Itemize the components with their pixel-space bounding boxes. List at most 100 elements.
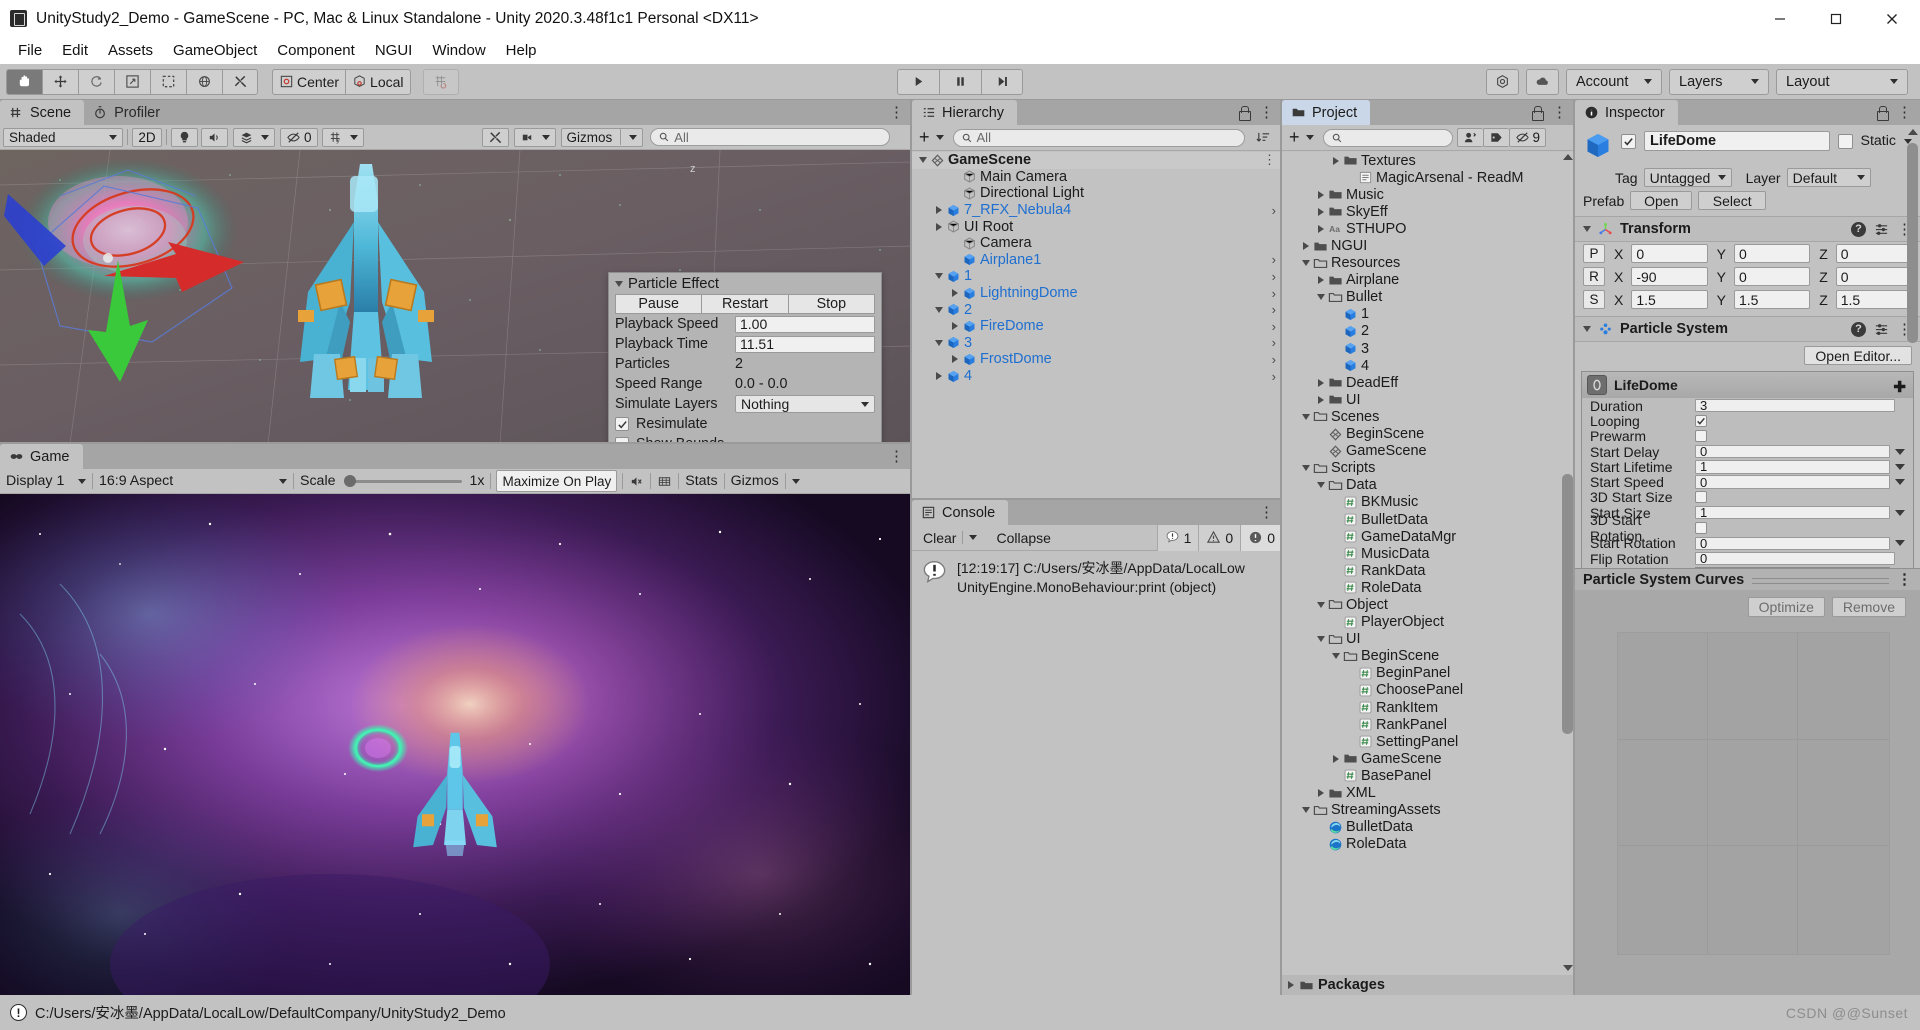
project-item-data[interactable]: Data — [1282, 477, 1575, 494]
collapse-triangle-icon[interactable] — [1317, 294, 1325, 301]
prefab-open-chevron-icon[interactable]: › — [1272, 252, 1276, 267]
tree-expander[interactable] — [1329, 754, 1343, 763]
expand-triangle-icon[interactable] — [1318, 395, 1324, 404]
layer-dropdown[interactable]: Default — [1786, 168, 1871, 187]
console-menu-kebab[interactable]: ⋮ — [1259, 505, 1274, 520]
prefab-open-chevron-icon[interactable]: › — [1272, 369, 1276, 384]
tree-expander[interactable] — [1329, 156, 1343, 165]
project-item-xml[interactable]: XML — [1282, 784, 1575, 801]
scene-audio-button[interactable] — [201, 127, 228, 147]
tree-expander[interactable] — [1314, 207, 1328, 216]
project-item-basepanel[interactable]: BasePanel — [1282, 767, 1575, 784]
warning-counter[interactable]: 0 — [1198, 524, 1241, 551]
tag-dropdown[interactable]: Untagged — [1643, 168, 1732, 187]
tab-console[interactable]: Console — [912, 500, 1009, 525]
preset-icon[interactable] — [1874, 322, 1889, 337]
menu-component[interactable]: Component — [267, 39, 365, 62]
transform-s-y-input[interactable]: 1.5 — [1733, 290, 1811, 309]
tree-expander[interactable] — [1299, 413, 1313, 420]
curves-menu-kebab[interactable]: ⋮ — [1897, 572, 1912, 587]
console-list[interactable]: [12:19:17] C:/Users/安冰墨/AppData/LocalLow… — [912, 552, 1282, 995]
collapse-triangle-icon[interactable] — [1302, 807, 1310, 814]
expand-triangle-icon[interactable] — [952, 289, 958, 298]
transform-row-key[interactable]: P — [1583, 244, 1605, 263]
hierarchy-item-ui-root[interactable]: UI Root — [912, 218, 1282, 235]
project-item-beginscene[interactable]: BeginScene — [1282, 648, 1575, 665]
tab-hierarchy[interactable]: Hierarchy — [912, 100, 1018, 125]
info-counter[interactable]: 1 — [1156, 524, 1199, 551]
ps-input-duration[interactable]: 3 — [1695, 398, 1895, 413]
project-scrollbar[interactable] — [1562, 154, 1573, 971]
tree-expander[interactable] — [932, 206, 946, 215]
collapse-triangle-icon[interactable] — [935, 306, 943, 313]
pivot-mode-button[interactable]: Center — [272, 68, 346, 95]
collapse-triangle-icon[interactable] — [1317, 601, 1325, 608]
ps-input-start-size[interactable]: 1 — [1695, 505, 1890, 520]
expand-triangle-icon[interactable] — [1318, 207, 1324, 216]
project-item-ui[interactable]: UI — [1282, 391, 1575, 408]
tree-expander[interactable] — [1299, 242, 1313, 251]
hierarchy-sort-button[interactable] — [1251, 128, 1276, 147]
collapse-triangle-icon[interactable] — [1317, 636, 1325, 643]
tree-expander[interactable] — [1314, 190, 1328, 199]
chevron-down-icon[interactable] — [1895, 509, 1905, 516]
create-gameobject-button[interactable]: + — [916, 127, 947, 147]
expand-triangle-icon[interactable] — [1288, 981, 1294, 989]
project-item-bulletdata[interactable]: BulletData — [1282, 511, 1575, 528]
ps-input-start-rotation[interactable]: 0 — [1695, 536, 1890, 551]
ps-checkbox-3d-start-size[interactable] — [1695, 491, 1707, 504]
project-item-gamescene[interactable]: GameScene — [1282, 443, 1575, 460]
scale-slider[interactable] — [343, 474, 462, 488]
particle-effect-header[interactable]: Particle Effect — [609, 273, 881, 294]
lock-icon[interactable] — [1876, 106, 1889, 121]
tree-expander[interactable] — [932, 273, 946, 280]
collapse-triangle-icon[interactable] — [1302, 413, 1310, 420]
tree-expander[interactable] — [932, 339, 946, 346]
project-item-settingpanel[interactable]: SettingPanel — [1282, 733, 1575, 750]
hierarchy-menu-kebab[interactable]: ⋮ — [1259, 105, 1274, 120]
aspect-dropdown[interactable]: 16:9 Aspect — [93, 471, 293, 491]
hand-tool-button[interactable] — [6, 68, 42, 95]
hierarchy-item-airplane1[interactable]: Airplane1 › — [912, 252, 1282, 269]
transform-r-z-input[interactable]: 0 — [1835, 267, 1912, 286]
expand-triangle-icon[interactable] — [1318, 224, 1324, 233]
stop-particle-button[interactable]: Stop — [787, 294, 875, 314]
tree-expander[interactable] — [948, 289, 962, 298]
project-menu-kebab[interactable]: ⋮ — [1552, 105, 1567, 120]
tab-project[interactable]: Project — [1282, 100, 1371, 125]
mute-audio-button[interactable] — [623, 471, 651, 491]
project-search-input[interactable] — [1322, 128, 1453, 147]
transform-s-x-input[interactable]: 1.5 — [1631, 290, 1708, 309]
project-item-roledata[interactable]: RoleData — [1282, 579, 1575, 596]
tree-expander[interactable] — [932, 372, 946, 381]
expand-triangle-icon[interactable] — [936, 222, 942, 231]
particle-system-component-header[interactable]: Particle System ? ⋮ — [1575, 316, 1920, 342]
game-gizmos-dropdown[interactable] — [785, 471, 806, 491]
project-item-gamedatamgr[interactable]: GameDataMgr — [1282, 528, 1575, 545]
ps-checkbox-looping[interactable] — [1695, 414, 1707, 427]
minimize-icon[interactable] — [1752, 0, 1808, 37]
project-item-scenes[interactable]: Scenes — [1282, 408, 1575, 425]
expand-triangle-icon[interactable] — [936, 206, 942, 215]
hierarchy-item-lightningdome[interactable]: LightningDome › — [912, 285, 1282, 302]
tree-expander[interactable] — [1299, 807, 1313, 814]
tab-scene[interactable]: Scene — [0, 100, 85, 125]
hierarchy-item-firedome[interactable]: FireDome › — [912, 318, 1282, 335]
rect-tool-button[interactable] — [150, 68, 186, 95]
ps-checkbox-prewarm[interactable] — [1695, 430, 1707, 443]
curve-graph-area[interactable] — [1617, 632, 1890, 955]
lock-icon[interactable] — [1238, 106, 1251, 121]
collapse-triangle-icon[interactable] — [919, 157, 927, 164]
add-module-icon[interactable]: ✚ — [1893, 378, 1906, 396]
expand-triangle-icon[interactable] — [1318, 190, 1324, 199]
simulate-layers-dropdown[interactable]: Nothing — [735, 395, 875, 413]
project-item-bullet[interactable]: Bullet — [1282, 289, 1575, 306]
tree-expander[interactable] — [948, 322, 962, 331]
hierarchy-item-7-rfx-nebula4[interactable]: 7_RFX_Nebula4 › — [912, 202, 1282, 219]
menu-file[interactable]: File — [8, 39, 52, 62]
project-item-musicdata[interactable]: MusicData — [1282, 545, 1575, 562]
project-tree[interactable]: Textures MagicArsenal - ReadM Music SkyEff A… — [1282, 152, 1575, 977]
tree-expander[interactable] — [932, 306, 946, 313]
project-item-object[interactable]: Object — [1282, 596, 1575, 613]
maximize-on-play-button[interactable]: Maximize On Play — [496, 470, 618, 492]
